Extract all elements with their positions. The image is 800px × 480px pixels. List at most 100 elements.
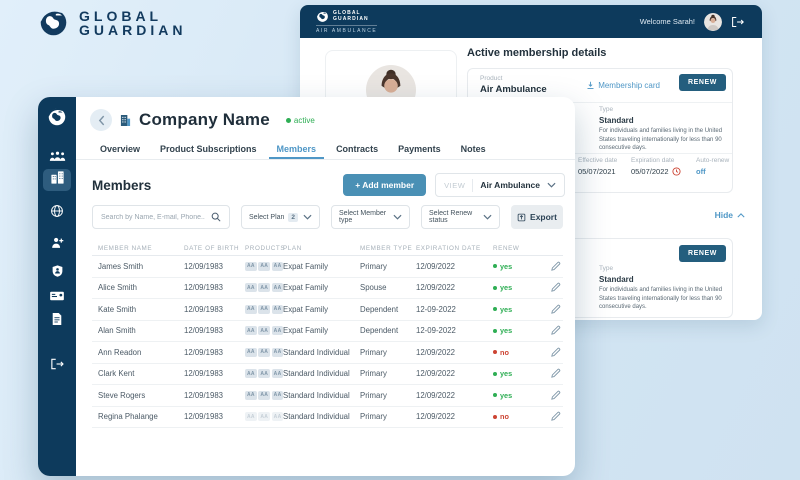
- cell-expiration: 12/09/2022: [416, 347, 456, 357]
- product-badge: AA: [245, 390, 257, 400]
- edit-member-button[interactable]: [540, 347, 563, 358]
- sidebar-item-logout[interactable]: [38, 356, 76, 376]
- product-badge: AA: [271, 283, 284, 293]
- cell-dob: 12/09/1983: [184, 369, 224, 379]
- table-row: Kate Smith 12/09/1983 AA AA AA Expat Family De…: [92, 299, 563, 321]
- logo-product-name: AIR AMBULANCE: [316, 24, 378, 34]
- cell-member-name: Alan Smith: [98, 326, 136, 336]
- tab-contracts[interactable]: Contracts: [328, 140, 386, 159]
- product-badge: AA: [258, 326, 271, 336]
- sidebar-item-companies[interactable]: [43, 169, 71, 191]
- expiring-clock-icon: [671, 167, 681, 176]
- renew-status-dot: [493, 371, 497, 376]
- chevron-down-icon: [483, 214, 492, 220]
- membership-cards-icon: [49, 289, 65, 307]
- sidebar-item-add-person[interactable]: [38, 235, 76, 255]
- edit-pencil-icon[interactable]: [550, 390, 561, 401]
- cell-member-name: Steve Rogers: [98, 390, 146, 400]
- logout-icon[interactable]: [731, 16, 744, 28]
- tabs: Overview Product Subscriptions Members Cont…: [76, 140, 575, 160]
- hide-link[interactable]: Hide: [715, 210, 745, 220]
- product-badge: AA: [271, 326, 284, 336]
- company-building-icon: [120, 114, 131, 126]
- sidebar-logo[interactable]: [38, 107, 76, 127]
- filter-select-renew-status[interactable]: Select Renew status: [421, 205, 500, 229]
- edit-pencil-icon[interactable]: [550, 347, 561, 358]
- table-row: Regina Phalange 12/09/1983 AA AA AA Standard …: [92, 407, 563, 428]
- sidebar-item-documents[interactable]: [38, 311, 76, 331]
- edit-pencil-icon[interactable]: [550, 304, 561, 315]
- cell-renew: no: [493, 412, 540, 421]
- export-button[interactable]: Export: [511, 205, 563, 229]
- sidebar-item-membership-cards[interactable]: [38, 288, 76, 308]
- sidebar-item-coverage-globe[interactable]: [38, 203, 76, 223]
- cell-renew: yes: [493, 305, 540, 314]
- back-button[interactable]: [90, 109, 112, 131]
- sidebar-item-security[interactable]: [38, 263, 76, 283]
- cell-products: AA AA AA: [245, 369, 284, 379]
- chevron-down-icon: [303, 214, 312, 220]
- effective-date: Effective date 05/07/2021: [578, 157, 618, 176]
- column-header: DATE OF BIRTH: [184, 244, 240, 252]
- edit-member-button[interactable]: [540, 325, 563, 336]
- user-avatar[interactable]: [704, 13, 722, 31]
- cell-member-name: Ann Readon: [98, 347, 142, 357]
- tab-members[interactable]: Members: [268, 140, 325, 159]
- cell-dob: 12/09/1983: [184, 304, 224, 314]
- cell-products: AA AA AA: [245, 326, 284, 336]
- search-icon[interactable]: [211, 212, 221, 222]
- product-badge: AA: [271, 304, 284, 314]
- tab-product-subscriptions[interactable]: Product Subscriptions: [152, 140, 265, 159]
- edit-member-button[interactable]: [540, 282, 563, 293]
- renew-button-2[interactable]: RENEW: [678, 245, 726, 262]
- product-badge: AA: [258, 390, 271, 400]
- edit-member-button[interactable]: [540, 368, 563, 379]
- edit-member-button[interactable]: [540, 411, 563, 422]
- search-input[interactable]: [101, 213, 205, 221]
- members-toolbar: Members + Add member VIEW Air Ambulance: [92, 171, 565, 199]
- column-header: RENEW: [493, 244, 520, 252]
- view-selector[interactable]: VIEW Air Ambulance: [435, 173, 565, 197]
- renew-button-1[interactable]: RENEW: [678, 74, 726, 91]
- welcome-text: Welcome Sarah!: [639, 17, 695, 26]
- edit-member-button[interactable]: [540, 390, 563, 401]
- foreground-window: Company Name active Overview Product Subs…: [38, 97, 575, 476]
- edit-pencil-icon[interactable]: [550, 325, 561, 336]
- tab-overview[interactable]: Overview: [92, 140, 148, 159]
- plan-type-info-2: Type Standard For individuals and famili…: [599, 265, 723, 311]
- edit-pencil-icon[interactable]: [550, 368, 561, 379]
- filter-select-member-type[interactable]: Select Member type: [331, 205, 410, 229]
- search-box: [92, 205, 230, 229]
- column-header: EXPIRATION DATE: [416, 244, 481, 252]
- security-icon: [51, 264, 64, 283]
- cell-member-name: Regina Phalange: [98, 412, 158, 422]
- auto-renew-toggle[interactable]: off: [696, 167, 729, 176]
- tab-payments[interactable]: Payments: [390, 140, 449, 159]
- column-header: PRODUCTS: [245, 244, 286, 252]
- edit-pencil-icon[interactable]: [550, 261, 561, 272]
- chevron-down-icon: [547, 182, 556, 188]
- main-content: Company Name active Overview Product Subs…: [76, 97, 575, 476]
- renew-status-dot: [493, 285, 497, 290]
- cell-expiration: 12/09/2022: [416, 390, 456, 400]
- edit-pencil-icon[interactable]: [550, 282, 561, 293]
- filter-dropdowns: Select Plan 2 Select Member type Select Ren…: [241, 205, 500, 229]
- table-header: MEMBER NAME DATE OF BIRTH PRODUCTS PLAN MEMB…: [92, 241, 563, 256]
- cell-expiration: 12/09/2022: [416, 283, 456, 293]
- product-badge: AA: [258, 347, 271, 357]
- edit-member-button[interactable]: [540, 304, 563, 315]
- product-badge: AA: [245, 347, 257, 357]
- renew-status-dot: [493, 414, 497, 419]
- page-title: Company Name: [139, 110, 270, 129]
- filter-select-plan[interactable]: Select Plan 2: [241, 205, 320, 229]
- edit-pencil-icon[interactable]: [550, 411, 561, 422]
- column-header: MEMBER NAME: [98, 244, 153, 252]
- expiration-date: Expiration date 05/07/2022: [631, 157, 681, 176]
- sidebar-item-members-group[interactable]: [38, 149, 76, 169]
- view-value: Air Ambulance: [480, 180, 540, 190]
- tab-notes[interactable]: Notes: [453, 140, 494, 159]
- membership-card-link[interactable]: Membership card: [586, 81, 660, 90]
- add-member-button[interactable]: + Add member: [343, 174, 427, 196]
- chevron-down-icon: [393, 214, 402, 220]
- edit-member-button[interactable]: [540, 261, 563, 272]
